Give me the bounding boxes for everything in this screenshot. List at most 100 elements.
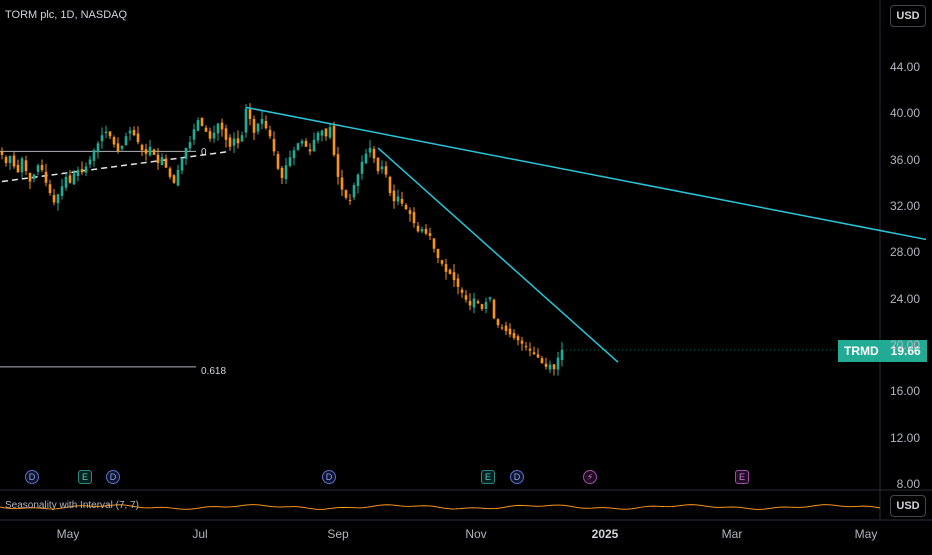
candle-body bbox=[296, 143, 300, 150]
candle-body bbox=[80, 169, 84, 173]
candle-body bbox=[280, 167, 284, 179]
candle-body bbox=[556, 357, 560, 370]
candle-body bbox=[188, 142, 192, 149]
candle-body bbox=[548, 364, 552, 370]
candle-body bbox=[76, 169, 80, 177]
candle-body bbox=[432, 238, 436, 249]
candle-body bbox=[472, 298, 476, 308]
candle-body bbox=[300, 140, 304, 144]
candle-body bbox=[36, 165, 40, 172]
candle-body bbox=[48, 184, 52, 194]
candle-body bbox=[24, 160, 28, 172]
candle-body bbox=[292, 150, 296, 159]
candle-body bbox=[260, 118, 264, 124]
candle-body bbox=[224, 128, 228, 140]
candle-body bbox=[396, 196, 400, 202]
price-tick-label: 24.00 bbox=[889, 291, 920, 306]
candle-body bbox=[316, 132, 320, 141]
candle-body bbox=[352, 184, 356, 198]
candle-body bbox=[464, 295, 468, 300]
candle-body bbox=[544, 363, 548, 367]
price-chart-svg[interactable] bbox=[0, 0, 932, 550]
earnings-icon[interactable]: E bbox=[735, 470, 749, 484]
candle-body bbox=[268, 129, 272, 137]
candle-body bbox=[112, 137, 116, 145]
candle-body bbox=[504, 325, 508, 331]
candle-body bbox=[272, 139, 276, 152]
candle-body bbox=[200, 117, 204, 126]
candle-body bbox=[160, 157, 164, 166]
price-tick-label: 16.00 bbox=[889, 384, 920, 399]
candle-body bbox=[172, 175, 176, 183]
time-tick-label: Jul bbox=[192, 527, 208, 541]
indicator-currency-button[interactable]: USD bbox=[890, 495, 926, 517]
candle-body bbox=[56, 194, 60, 204]
candle-body bbox=[552, 364, 556, 370]
earnings-icon[interactable]: E bbox=[78, 470, 92, 484]
candle-body bbox=[156, 154, 160, 163]
candle-body bbox=[120, 145, 124, 149]
candle-body bbox=[64, 176, 68, 188]
earnings-icon[interactable]: E bbox=[481, 470, 495, 484]
candle-body bbox=[4, 157, 8, 163]
candle-body bbox=[436, 248, 440, 258]
candle-body bbox=[356, 174, 360, 187]
candle-body bbox=[176, 169, 180, 186]
candle-body bbox=[324, 128, 328, 137]
candle-body bbox=[476, 301, 480, 304]
candle-body bbox=[208, 131, 212, 139]
candle-body bbox=[276, 154, 280, 169]
symbol-header: TORM plc, 1D, NASDAQ bbox=[5, 9, 128, 21]
split-icon[interactable]: ⚡ bbox=[583, 470, 597, 484]
candle-body bbox=[152, 149, 156, 155]
candle-body bbox=[52, 195, 56, 203]
candle-body bbox=[532, 352, 536, 355]
price-tick-label: 44.00 bbox=[889, 60, 920, 74]
candle-body bbox=[524, 345, 528, 348]
candle-body bbox=[40, 165, 44, 170]
candle-body bbox=[204, 127, 208, 132]
candle-body bbox=[404, 204, 408, 210]
dividend-icon[interactable]: D bbox=[25, 470, 39, 484]
candle-body bbox=[512, 333, 516, 338]
price-tick-label: 28.00 bbox=[889, 245, 920, 260]
indicator-title[interactable]: Seasonality with Interval (7, 7) bbox=[5, 500, 139, 511]
candle-body bbox=[236, 138, 240, 144]
candle-body bbox=[228, 137, 232, 147]
candle-body bbox=[364, 153, 368, 164]
candle-body bbox=[248, 109, 252, 119]
dividend-icon[interactable]: D bbox=[106, 470, 120, 484]
price-tick-label: 20.00 bbox=[889, 338, 920, 352]
candle-body bbox=[368, 147, 372, 153]
time-tick-label: Mar bbox=[721, 527, 743, 541]
candle-body bbox=[148, 146, 152, 156]
candle-body bbox=[428, 233, 432, 236]
candle-body bbox=[184, 147, 188, 159]
candle-body bbox=[500, 327, 504, 329]
time-tick-label: May bbox=[56, 527, 80, 541]
candle-body bbox=[232, 138, 236, 146]
currency-button[interactable]: USD bbox=[890, 5, 926, 27]
candle-body bbox=[376, 157, 380, 172]
candle-body bbox=[96, 143, 100, 153]
chart-area[interactable] bbox=[0, 0, 932, 550]
time-tick-label: May bbox=[854, 527, 878, 541]
dividend-icon[interactable]: D bbox=[322, 470, 336, 484]
candle-body bbox=[520, 340, 524, 344]
candle-body bbox=[348, 199, 352, 201]
candle-body bbox=[320, 130, 324, 136]
candle-body bbox=[392, 190, 396, 202]
candle-body bbox=[452, 272, 456, 280]
candle-body bbox=[256, 123, 260, 132]
candle-body bbox=[420, 229, 424, 232]
price-tick-label: 40.00 bbox=[889, 106, 920, 121]
candle-body bbox=[328, 127, 332, 138]
fib-label-0: 0 bbox=[201, 147, 207, 158]
candle-body bbox=[16, 164, 20, 173]
candle-body bbox=[388, 176, 392, 194]
candle-body bbox=[312, 139, 316, 152]
dividend-icon[interactable]: D bbox=[510, 470, 524, 484]
candle-body bbox=[332, 125, 336, 155]
candle-body bbox=[68, 175, 72, 183]
candle-body bbox=[408, 210, 412, 214]
